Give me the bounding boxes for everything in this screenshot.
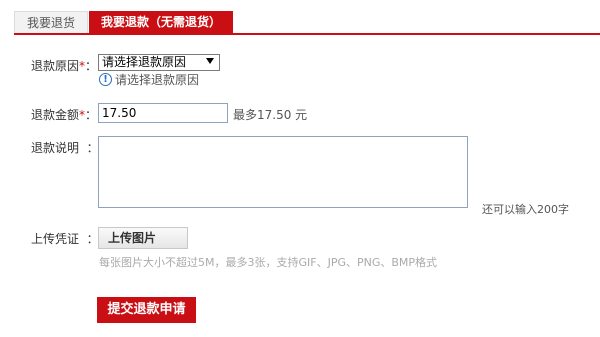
colon: ： (86, 141, 99, 155)
refund-description-label-text: 退款说明 (31, 141, 80, 155)
tab-underline (14, 33, 600, 35)
refund-reason-hint: ! 请选择退款原因 (99, 72, 199, 87)
refund-reason-hint-text: 请选择退款原因 (115, 73, 200, 87)
refund-reason-label-text: 退款原因 (31, 59, 80, 73)
refund-amount-label-text: 退款金额 (31, 108, 80, 122)
colon: ： (86, 232, 99, 246)
remaining-chars-note: 还可以输入200字 (482, 203, 569, 216)
upload-image-button[interactable]: 上传图片 (98, 227, 188, 249)
refund-reason-select-value: 请选择退款原因 (102, 55, 187, 69)
upload-proof-label: 上传凭证 ： (31, 230, 99, 247)
tab-refund-only[interactable]: 我要退款（无需退货） (89, 11, 234, 34)
submit-refund-button[interactable]: 提交退款申请 (97, 297, 196, 323)
info-circle-icon: ! (99, 73, 112, 86)
tab-return-goods[interactable]: 我要退货 (14, 11, 89, 34)
refund-amount-input[interactable] (98, 103, 228, 123)
tabs: 我要退货 我要退款（无需退货） (14, 11, 234, 34)
upload-note: 每张图片大小不超过5M，最多3张，支持GIF、JPG、PNG、BMP格式 (99, 256, 438, 269)
refund-amount-label: 退款金额*： (31, 106, 97, 123)
refund-reason-select[interactable]: 请选择退款原因 (98, 54, 220, 71)
refund-reason-label: 退款原因*： (31, 57, 97, 74)
refund-description-textarea[interactable] (98, 136, 468, 208)
dropdown-arrow-icon (206, 58, 214, 64)
refund-description-label: 退款说明 ： (31, 139, 99, 156)
refund-amount-max-note: 最多17.50 元 (233, 108, 308, 122)
colon: ： (85, 108, 98, 122)
colon: ： (85, 59, 98, 73)
upload-proof-label-text: 上传凭证 (31, 232, 80, 246)
